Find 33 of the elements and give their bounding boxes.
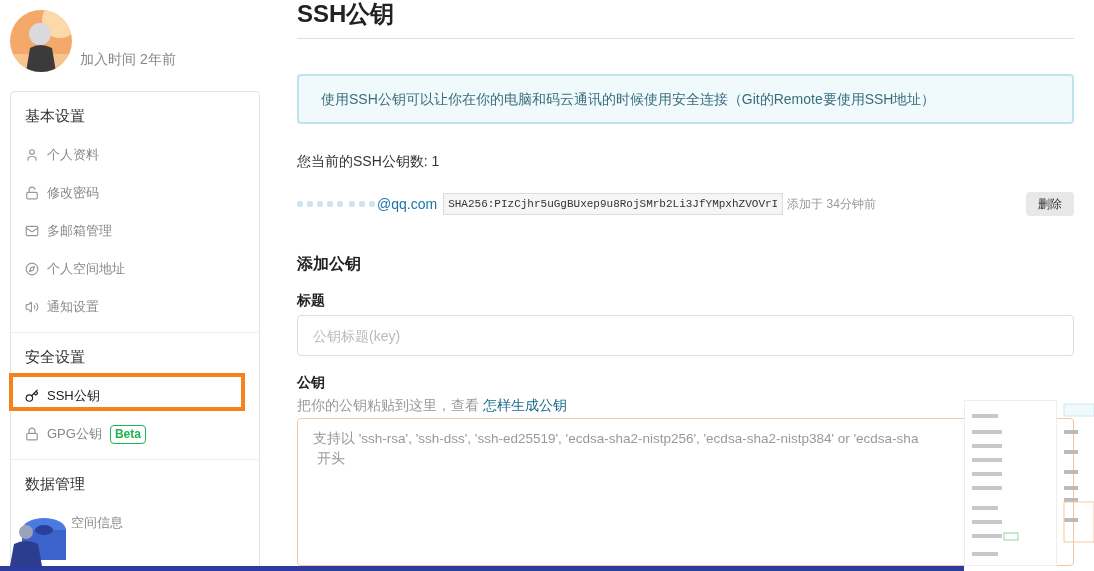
unlocked-padlock-icon [25, 186, 39, 200]
help-link[interactable]: 怎样生成公钥 [482, 397, 567, 413]
key-icon [25, 389, 39, 403]
section-title: 基本设置 [25, 105, 85, 126]
key-field[interactable]: 支持以 'ssh-rsa', 'ssh-dss', 'ssh-ed25519', 'ecdsa-sha2-nistp256', 'ecdsa-sha2-nistp384' or 'ecdsa-sha 开头 [297, 418, 1074, 566]
sidebar-item[interactable]: SSH公钥 [47, 386, 100, 406]
field-label: 标题 [297, 291, 326, 310]
sidebar-item[interactable]: 个人空间地址 [47, 259, 125, 279]
notice-text: 使用SSH公钥可以让你在你的电脑和码云通讯的时候使用安全连接（Git的Remote要使用SSH地址） [321, 89, 936, 109]
padlock-icon [25, 427, 39, 441]
sidebar-item[interactable]: 多邮箱管理 [47, 221, 112, 241]
field-label: 公钥 [297, 373, 326, 392]
key-fingerprint: SHA256:PIzCjhr5uGgBUxep9u8RojSMrb2Li3JfYMpxhZVOVrI [443, 192, 784, 216]
speaker-icon [25, 300, 39, 314]
key-email: @qq.com [377, 194, 438, 214]
section-heading: 添加公钥 [297, 254, 362, 274]
delete-button[interactable]: 删除 [1026, 192, 1074, 216]
title-field[interactable]: 公钥标题(key) [297, 315, 1074, 356]
added-time: 添加于 34分钟前 [787, 196, 876, 213]
beta-badge: Beta [109, 424, 146, 444]
person-icon [25, 148, 39, 162]
section-title: 安全设置 [25, 346, 85, 367]
section-title: 数据管理 [25, 473, 85, 494]
key-count: 您当前的SSH公钥数: 1 [297, 152, 441, 171]
compass-icon [25, 262, 39, 276]
sidebar-item[interactable]: GPG公钥 [47, 424, 102, 444]
envelope-icon [25, 224, 39, 238]
page-title: SSH公钥 [297, 0, 395, 29]
sidebar-item[interactable]: 个人资料 [47, 145, 99, 165]
join-time: 加入时间 2年前 [80, 49, 176, 69]
sidebar-item[interactable]: 空间信息 [71, 513, 123, 533]
sidebar-item[interactable]: 通知设置 [47, 297, 99, 317]
sidebar-item[interactable]: 修改密码 [47, 183, 99, 203]
